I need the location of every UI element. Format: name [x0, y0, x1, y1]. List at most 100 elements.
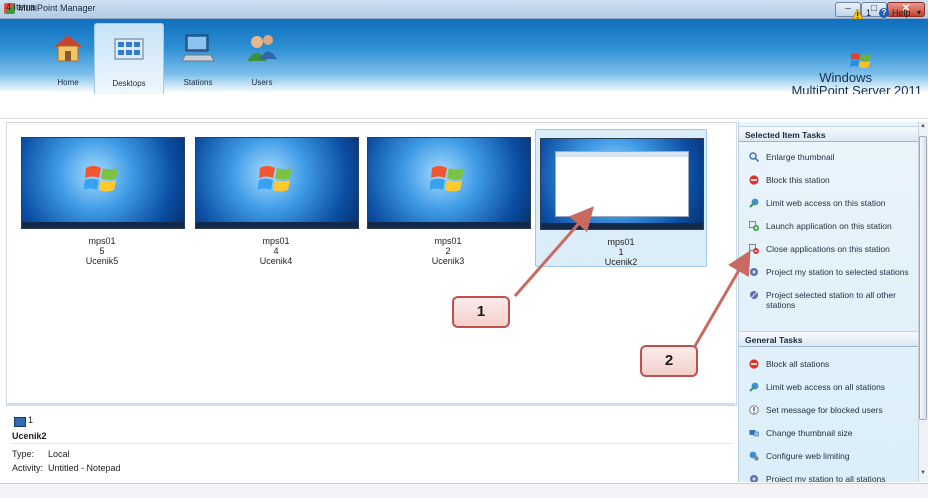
tab-label: Stations: [183, 78, 213, 87]
task-limit-web-all[interactable]: Limit web access on all stations: [739, 378, 919, 396]
tab-users[interactable]: Users: [228, 23, 296, 93]
station-host: mps01: [262, 236, 290, 246]
status-bar: [0, 483, 928, 498]
windows-logo-icon: [84, 166, 118, 192]
desktops-icon: [114, 38, 144, 60]
windows-logo-icon: [430, 166, 464, 192]
task-label: Close applications on this station: [766, 244, 890, 254]
tab-home[interactable]: Home: [34, 23, 102, 93]
help-icon[interactable]: ?: [879, 8, 889, 18]
warning-count[interactable]: 1: [866, 8, 871, 18]
web-limit-icon: [749, 198, 759, 208]
task-thumbnail-size[interactable]: Change thumbnail size: [739, 424, 919, 442]
detail-station-number: 1: [28, 415, 34, 425]
warning-icon[interactable]: [852, 9, 863, 19]
tab-desktops[interactable]: Desktops: [94, 23, 164, 94]
task-label: Configure web limiting: [766, 451, 850, 461]
help-menu[interactable]: Help: [892, 8, 911, 18]
tab-label: Home: [57, 78, 79, 87]
station-user: Ucenik5: [85, 256, 119, 266]
station-number: 1: [618, 247, 624, 257]
detail-activity-label: Activity:: [12, 463, 44, 473]
station-user: Ucenik2: [604, 257, 638, 267]
task-label: Limit web access on this station: [766, 198, 886, 208]
tab-label: Users: [251, 78, 273, 87]
task-project-all[interactable]: Project my station to all stations: [739, 470, 919, 482]
notepad-window: [555, 151, 689, 217]
scroll-down-icon[interactable]: ▼: [919, 470, 927, 480]
chevron-down-icon[interactable]: ▾: [917, 8, 921, 17]
station-icon: [14, 417, 26, 427]
station-number: 4: [273, 246, 279, 256]
task-block-station[interactable]: Block this station: [739, 171, 919, 189]
windows-logo-icon: [850, 53, 871, 68]
desktops-view: mps01 5 Ucenik5 mps01 4 Ucenik4 mps01 2 …: [6, 122, 737, 406]
details-pane: 1 Ucenik2 Type: Local Activity: Untitled…: [6, 407, 735, 482]
task-enlarge-thumbnail[interactable]: Enlarge thumbnail: [739, 148, 919, 166]
info-icon: [749, 405, 759, 415]
task-label: Project my station to all stations: [766, 474, 886, 482]
station-host: mps01: [607, 237, 635, 247]
task-label: Launch application on this station: [766, 221, 892, 231]
task-label: Block all stations: [766, 359, 830, 369]
detail-type-label: Type:: [12, 449, 35, 459]
station-thumbnail-selected[interactable]: mps01 1 Ucenik2: [535, 129, 707, 267]
house-icon: [54, 35, 82, 62]
selected-tasks-header: Selected Item Tasks: [739, 126, 919, 142]
task-label: Change thumbnail size: [766, 428, 853, 438]
task-label: Enlarge thumbnail: [766, 152, 835, 162]
task-label: Block this station: [766, 175, 830, 185]
station-host: mps01: [88, 236, 116, 246]
general-tasks-header: General Tasks: [739, 331, 919, 347]
detail-type-value: Local: [48, 449, 70, 459]
callout-1: 1: [452, 296, 510, 328]
task-set-message[interactable]: Set message for blocked users: [739, 401, 919, 419]
station-number: 5: [99, 246, 105, 256]
thumbnail-size-icon: [749, 430, 759, 437]
stations-icon: [181, 34, 215, 62]
detail-activity-value: Untitled - Notepad: [48, 463, 121, 473]
block-icon: [749, 359, 759, 369]
scroll-thumb[interactable]: [919, 136, 927, 420]
web-limit-icon: [749, 382, 759, 392]
tab-stations[interactable]: Stations: [164, 23, 232, 93]
web-config-icon: [749, 451, 759, 461]
task-limit-web-station[interactable]: Limit web access on this station: [739, 194, 919, 212]
desktop-screenshot: [367, 137, 531, 229]
users-icon: [247, 35, 277, 61]
task-pane: Selected Item Tasks Enlarge thumbnail Bl…: [738, 122, 919, 482]
title-bar: [0, 0, 928, 19]
scroll-up-icon[interactable]: ▲: [919, 123, 927, 133]
task-project-selected[interactable]: Project my station to selected stations: [739, 263, 919, 281]
desktop-screenshot: [21, 137, 185, 229]
project-icon: [750, 268, 758, 276]
pane-splitter[interactable]: [6, 403, 735, 406]
project-all-icon: [750, 291, 758, 299]
station-thumbnail[interactable]: mps01 5 Ucenik5: [17, 129, 187, 266]
task-project-all-other[interactable]: Project selected station to all other st…: [739, 286, 919, 312]
detail-user: Ucenik2: [12, 431, 47, 441]
tab-label: Desktops: [112, 79, 146, 88]
station-number: 2: [445, 246, 451, 256]
task-close-apps[interactable]: Close applications on this station: [739, 240, 919, 258]
items-count: 4 Items: [6, 2, 36, 12]
divider: [12, 443, 732, 444]
task-block-all[interactable]: Block all stations: [739, 355, 919, 373]
task-launch-app[interactable]: Launch application on this station: [739, 217, 919, 235]
task-label: Project my station to selected stations: [766, 267, 909, 277]
ribbon: Home Desktops Stations Users Windows Mul…: [0, 19, 928, 98]
project-icon: [750, 475, 758, 482]
windows-logo-icon: [258, 166, 292, 192]
station-user: Ucenik3: [431, 256, 465, 266]
task-label: Limit web access on all stations: [766, 382, 886, 392]
station-thumbnail[interactable]: mps01 4 Ucenik4: [191, 129, 361, 266]
desktop-screenshot: [540, 138, 704, 230]
station-user: Ucenik4: [259, 256, 293, 266]
task-configure-web[interactable]: Configure web limiting: [739, 447, 919, 465]
task-label: Set message for blocked users: [766, 405, 883, 415]
desktop-screenshot: [195, 137, 359, 229]
station-thumbnail[interactable]: mps01 2 Ucenik3: [363, 129, 533, 266]
launch-app-icon: [749, 221, 759, 231]
station-host: mps01: [434, 236, 462, 246]
callout-2: 2: [640, 345, 698, 377]
